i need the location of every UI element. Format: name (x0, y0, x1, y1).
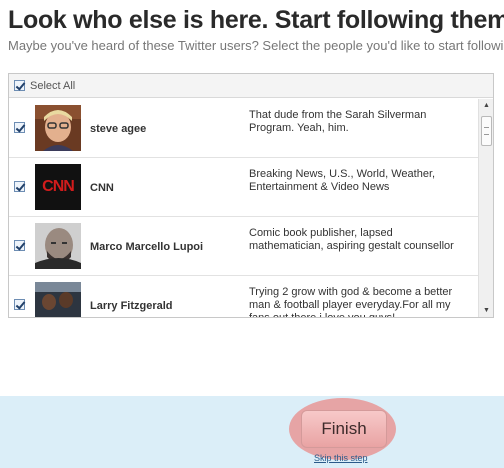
user-bio: Comic book publisher, lapsed mathematici… (249, 227, 454, 252)
user-bio: Trying 2 grow with god & become a better… (249, 286, 453, 317)
list-scrollbar[interactable]: ▲ ▼ (478, 99, 493, 317)
scroll-up-arrow-icon[interactable]: ▲ (479, 99, 494, 112)
follow-checkbox[interactable] (14, 240, 25, 251)
cnn-logo-avatar: CNN (35, 164, 81, 210)
avatar (35, 223, 81, 269)
user-row: Larry Fitzgerald Trying 2 grow with god … (9, 276, 479, 317)
page-title: Look who else is here. Start following t… (8, 6, 504, 34)
user-row: CNN CNN Breaking News, U.S., World, Weat… (9, 158, 479, 217)
follow-checkbox[interactable] (14, 122, 25, 133)
user-bio: That dude from the Sarah Silverman Progr… (249, 109, 427, 134)
avatar-logo-text: CNN (42, 178, 75, 195)
suggested-users-panel: Select All steve agee That dude from the… (8, 73, 494, 318)
user-name[interactable]: CNN (90, 182, 114, 194)
footer-bar (0, 396, 504, 468)
select-all-label[interactable]: Select All (30, 80, 75, 92)
user-list: steve agee That dude from the Sarah Silv… (9, 99, 479, 317)
select-all-bar[interactable]: Select All (9, 74, 493, 98)
avatar (35, 105, 81, 151)
page-subtitle: Maybe you've heard of these Twitter user… (8, 38, 504, 53)
user-name[interactable]: steve agee (90, 123, 146, 135)
finish-button[interactable]: Finish (301, 410, 387, 448)
scrollbar-thumb[interactable] (481, 116, 492, 146)
skip-step-link[interactable]: Skip this step (314, 453, 368, 463)
scroll-down-arrow-icon[interactable]: ▼ (479, 304, 494, 317)
user-name[interactable]: Marco Marcello Lupoi (90, 241, 203, 253)
avatar (35, 282, 81, 317)
follow-checkbox[interactable] (14, 181, 25, 192)
user-bio: Breaking News, U.S., World, Weather, Ent… (249, 168, 436, 193)
user-row: steve agee That dude from the Sarah Silv… (9, 99, 479, 158)
follow-checkbox[interactable] (14, 299, 25, 310)
user-name[interactable]: Larry Fitzgerald (90, 300, 173, 312)
user-row: Marco Marcello Lupoi Comic book publishe… (9, 217, 479, 276)
select-all-checkbox[interactable] (14, 80, 25, 91)
